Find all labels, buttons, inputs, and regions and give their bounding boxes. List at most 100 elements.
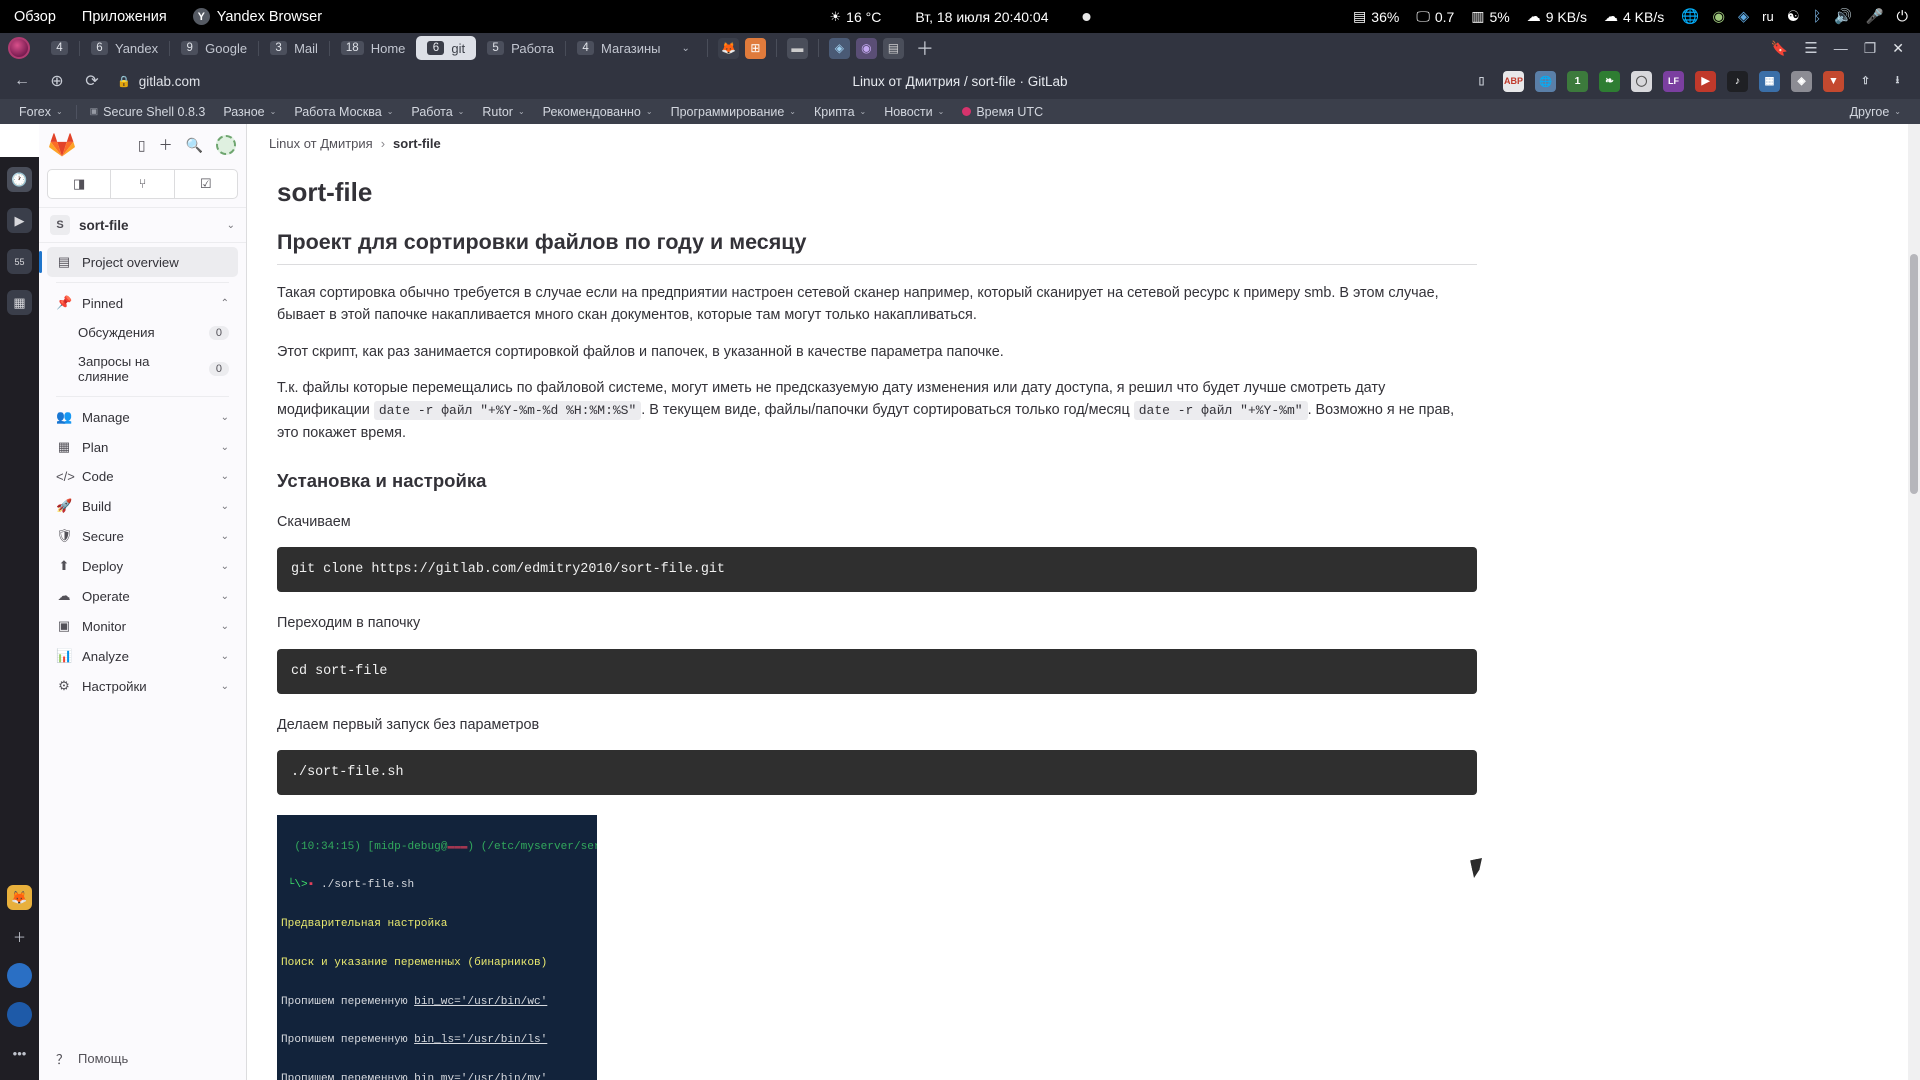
tab-group-git[interactable]: 6 git xyxy=(416,36,477,60)
bookmark-rabota-moskva[interactable]: Работа Москва ⌄ xyxy=(285,103,402,121)
media-app-icon[interactable]: ▶ xyxy=(7,208,32,233)
calc-app-icon[interactable]: 55 xyxy=(7,249,32,274)
note-ext-icon[interactable]: ▤ xyxy=(882,37,904,59)
globe-icon[interactable]: 🌐 xyxy=(1535,70,1556,92)
globe-icon[interactable]: 🌐 xyxy=(1681,8,1699,25)
bookmark-raznoe[interactable]: Разное ⌄ xyxy=(214,103,285,121)
forward-arrow-icon[interactable]: ⊕ xyxy=(47,71,67,91)
todo-icon[interactable]: ☑ xyxy=(175,170,237,198)
language-indicator[interactable]: ru xyxy=(1762,9,1774,24)
sidebar-item-project-overview[interactable]: ▤ Project overview xyxy=(39,247,238,277)
browser-app2-icon[interactable] xyxy=(7,1002,32,1027)
code-block-clone[interactable]: git clone https://gitlab.com/edmitry2010… xyxy=(277,547,1477,593)
new-tab-button[interactable]: ＋ xyxy=(907,35,943,61)
sidebar-item-plan[interactable]: ▦ Plan ⌄ xyxy=(47,432,238,462)
tiktok-icon[interactable]: ♪ xyxy=(1727,70,1748,92)
bookmark-other[interactable]: Другое ⌄ xyxy=(1841,103,1910,121)
plus-icon[interactable]: ＋ xyxy=(159,135,173,155)
add-app-icon[interactable]: ＋ xyxy=(7,924,32,949)
sidebar-item-monitor[interactable]: ▣ Monitor ⌄ xyxy=(47,611,238,641)
sidebar-item-settings[interactable]: ⚙ Настройки ⌄ xyxy=(47,671,238,701)
shield-icon[interactable]: ◉ xyxy=(1712,9,1725,25)
sidebar-item-build[interactable]: 🚀 Build ⌄ xyxy=(47,491,238,521)
issues-icon[interactable]: ◨ xyxy=(48,170,112,198)
sidebar-item-deploy[interactable]: ⬆ Deploy ⌄ xyxy=(47,551,238,581)
back-arrow-icon[interactable]: ← xyxy=(12,72,32,90)
browser-app-icon[interactable] xyxy=(7,963,32,988)
dropbox-icon[interactable]: ◈ xyxy=(1738,9,1749,25)
bookmark-forex[interactable]: Forex ⌄ xyxy=(10,103,72,121)
sidebar-section-pinned[interactable]: 📌 Pinned ⌃ xyxy=(47,288,238,318)
pocket-icon[interactable]: ▼ xyxy=(1823,70,1844,92)
abp-icon[interactable]: ABP xyxy=(1503,70,1524,92)
breadcrumb-current[interactable]: sort-file xyxy=(393,136,441,151)
profile-avatar[interactable] xyxy=(8,37,30,59)
counter-icon[interactable]: 1 xyxy=(1567,70,1588,92)
bookmark-icon[interactable]: 🔖 xyxy=(1771,40,1788,57)
tab-group-home[interactable]: 18 Home xyxy=(330,36,416,60)
tab-group-mail[interactable]: 3 Mail xyxy=(259,36,329,60)
tab-group-google[interactable]: 9 Google xyxy=(170,36,258,60)
code-block-run[interactable]: ./sort-file.sh xyxy=(277,749,1477,795)
bluetooth-icon[interactable]: ᛒ xyxy=(1813,9,1822,25)
mic-icon[interactable]: 🎤 xyxy=(1865,8,1883,25)
firefox-extension-icon[interactable]: 🦊 xyxy=(717,37,739,59)
bookmark-novosti[interactable]: Новости ⌄ xyxy=(875,103,953,121)
clock-app-icon[interactable]: 🕐 xyxy=(7,167,32,192)
clock[interactable]: Вт, 18 июля 20:40:04 xyxy=(915,9,1048,25)
help-button[interactable]: ？ Помощь xyxy=(39,1037,246,1080)
youtube-icon[interactable]: ▶ xyxy=(1695,70,1716,92)
shield2-icon[interactable]: ◈ xyxy=(1791,70,1812,92)
sidebar-item-analyze[interactable]: 📊 Analyze ⌄ xyxy=(47,641,238,671)
reload-icon[interactable]: ⟳ xyxy=(82,71,102,91)
search-icon[interactable]: 🔍 xyxy=(186,137,203,154)
reader-icon[interactable]: ▯ xyxy=(1471,71,1492,92)
volume-icon[interactable]: 🔊 xyxy=(1834,8,1852,25)
circle-icon[interactable]: ◯ xyxy=(1631,70,1652,92)
weather-indicator[interactable]: ☀ 16 °C xyxy=(830,9,882,25)
close-button[interactable]: ✕ xyxy=(1892,40,1904,57)
maximize-button[interactable]: ❐ xyxy=(1864,40,1877,57)
sidebar-item-operate[interactable]: ☁ Operate ⌄ xyxy=(47,581,238,611)
puzzle-icon[interactable]: ⊞ xyxy=(744,37,766,59)
more-apps-icon[interactable]: ••• xyxy=(7,1041,32,1066)
leaf-icon[interactable]: ❧ xyxy=(1599,70,1620,92)
chevron-down-icon[interactable]: ⌄ xyxy=(672,43,700,54)
page-scrollbar[interactable] xyxy=(1908,124,1920,1080)
power-icon[interactable]: ⏻ xyxy=(1897,9,1908,25)
accessibility-icon[interactable]: ☯ xyxy=(1787,9,1800,25)
shield-ext-icon[interactable]: ◈ xyxy=(828,37,850,59)
activities-button[interactable]: Обзор xyxy=(14,9,56,25)
active-window-button[interactable]: Y Yandex Browser xyxy=(192,8,322,25)
gitlab-fox-icon[interactable] xyxy=(49,132,75,158)
bookmark-utc-time[interactable]: Время UTC xyxy=(953,103,1052,121)
lf-icon[interactable]: LF xyxy=(1663,70,1684,92)
chat-ext-icon[interactable]: ◉ xyxy=(855,37,877,59)
sidebar-item-merge-requests[interactable]: Запросы на слияние 0 xyxy=(47,347,238,391)
sidebar-toggle-icon[interactable]: ▯ xyxy=(138,137,146,154)
minimize-ext-icon[interactable]: ▬ xyxy=(786,37,808,59)
sidebar-item-issues[interactable]: Обсуждения 0 xyxy=(47,318,238,347)
code-block-cd[interactable]: cd sort-file xyxy=(277,648,1477,694)
tab-group-0[interactable]: 4 xyxy=(40,36,79,60)
user-avatar[interactable] xyxy=(216,135,236,155)
bookmark-rekomendovanno[interactable]: Рекомендованно ⌄ xyxy=(534,103,662,121)
camera-app-icon[interactable]: ▦ xyxy=(7,290,32,315)
tab-group-magaziny[interactable]: 4 Магазины xyxy=(566,36,672,60)
sidebar-item-code[interactable]: </> Code ⌄ xyxy=(47,462,238,491)
scrollbar-thumb[interactable] xyxy=(1910,254,1918,494)
share-icon[interactable]: ⇧ xyxy=(1855,71,1876,92)
sidebar-item-manage[interactable]: 👥 Manage ⌄ xyxy=(47,402,238,432)
bookmarks-other-group[interactable]: Другое ⌄ xyxy=(1841,103,1910,121)
tab-group-rabota[interactable]: 5 Работа xyxy=(476,36,565,60)
yandex-app-icon[interactable]: 🦊 xyxy=(7,885,32,910)
bookmark-programmirovanie[interactable]: Программирование ⌄ xyxy=(662,103,805,121)
project-switcher[interactable]: S sort-file ⌄ xyxy=(39,207,246,243)
grid-icon[interactable]: ▦ xyxy=(1759,70,1780,92)
address-input[interactable]: 🔒 gitlab.com xyxy=(117,74,200,89)
tab-group-yandex[interactable]: 6 Yandex xyxy=(80,36,169,60)
minimize-button[interactable]: — xyxy=(1834,40,1848,56)
bookmark-kripta[interactable]: Крипта ⌄ xyxy=(805,103,875,121)
merge-request-icon[interactable]: ⑂ xyxy=(111,170,175,198)
applications-button[interactable]: Приложения xyxy=(82,9,167,25)
